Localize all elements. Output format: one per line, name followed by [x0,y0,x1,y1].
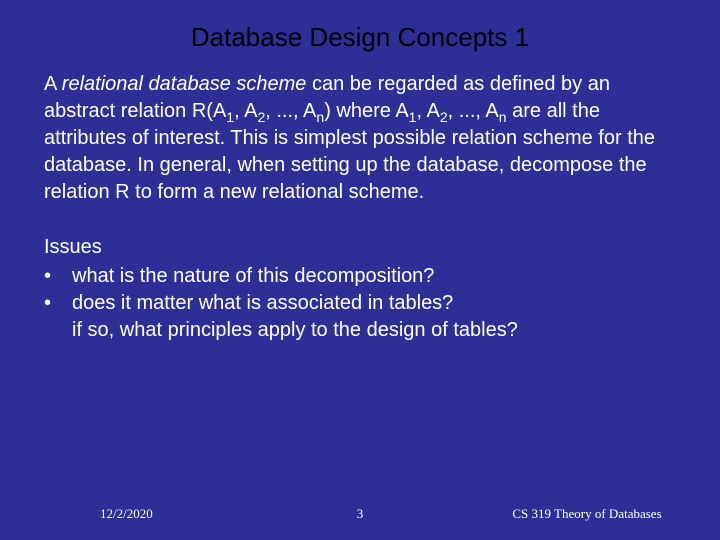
subscript-1a: 1 [226,109,234,125]
issues-heading: Issues [44,234,676,261]
italic-term: relational database scheme [62,73,307,95]
slide-content: A relational database scheme can be rega… [0,71,720,344]
footer-date: 12/2/2020 [0,506,238,522]
slide-title: Database Design Concepts 1 [0,0,720,71]
footer-course: CS 319 Theory of Databases [482,506,720,522]
text-seg2: , A [234,100,257,122]
slide-footer: 12/2/2020 3 CS 319 Theory of Databases [0,506,720,522]
bullet-item-1: • what is the nature of this decompositi… [44,263,676,290]
text-seg5: , A [416,100,439,122]
bullet-item-2: • does it matter what is associated in t… [44,290,676,317]
bullet-dot-icon: • [44,263,72,290]
bullet-2-continuation: if so, what principles apply to the desi… [44,317,676,344]
text-seg3: , ..., A [265,100,316,122]
text-seg4: ) where A [324,100,408,122]
subscript-nb: n [499,109,507,125]
text-seg6: , ..., A [448,100,499,122]
text-prefix: A [44,73,62,95]
footer-page-number: 3 [238,506,483,522]
bullet-dot-icon: • [44,290,72,317]
bullet-text-1: what is the nature of this decomposition… [72,263,676,290]
subscript-2b: 2 [440,109,448,125]
main-paragraph: A relational database scheme can be rega… [44,71,676,206]
bullet-text-2: does it matter what is associated in tab… [72,290,676,317]
